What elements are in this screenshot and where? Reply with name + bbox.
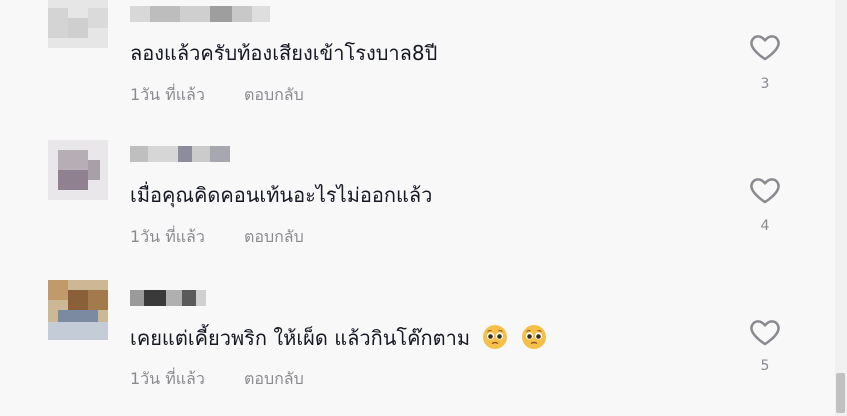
scrollbar-track[interactable]: [835, 0, 847, 416]
scrollbar-thumb[interactable]: [836, 373, 845, 413]
heart-icon: [750, 178, 780, 204]
avatar[interactable]: [48, 0, 108, 48]
comment-time: 1วัน ที่แล้ว: [130, 85, 205, 104]
reply-button[interactable]: ตอบกลับ: [244, 368, 304, 390]
heart-icon: [750, 35, 780, 61]
comment-item: เมื่อคุณคิดคอนเท้นอะไรไม่ออกแล้ว 1วัน ที…: [0, 130, 835, 270]
comment-meta: 1วัน ที่แล้ว ตอบกลับ: [130, 84, 304, 106]
pleading-face-emoji: [483, 325, 508, 349]
comment-list: ลองแล้วครับท้องเสียงเข้าโรงบาล8ปี 1วัน ท…: [0, 0, 847, 416]
comment-time: 1วัน ที่แล้ว: [130, 227, 205, 246]
comment-text: เมื่อคุณคิดคอนเท้นอะไรไม่ออกแล้ว: [130, 183, 433, 207]
avatar[interactable]: [48, 140, 108, 200]
username-blurred[interactable]: [130, 290, 280, 306]
comment-meta: 1วัน ที่แล้ว ตอบกลับ: [130, 226, 304, 248]
comment-text: เคยแต่เคี้ยวพริก ให้เผ็ด แล้วกินโค๊กตาม: [130, 324, 547, 351]
like-count: 4: [760, 218, 770, 234]
like-button[interactable]: [748, 173, 782, 207]
like-button[interactable]: [748, 315, 782, 349]
comment-text-body: เคยแต่เคี้ยวพริก ให้เผ็ด แล้วกินโค๊กตาม: [130, 326, 471, 350]
reply-button[interactable]: ตอบกลับ: [244, 226, 304, 248]
username-blurred[interactable]: [130, 6, 280, 22]
pleading-face-emoji: [521, 325, 546, 349]
comment-item: ลองแล้วครับท้องเสียงเข้าโรงบาล8ปี 1วัน ท…: [0, 0, 835, 130]
username-blurred[interactable]: [130, 146, 280, 162]
comment-meta: 1วัน ที่แล้ว ตอบกลับ: [130, 368, 304, 390]
comment-time: 1วัน ที่แล้ว: [130, 369, 205, 388]
heart-icon: [750, 320, 780, 346]
avatar[interactable]: [48, 280, 108, 340]
like-count: 5: [760, 358, 770, 374]
reply-button[interactable]: ตอบกลับ: [244, 84, 304, 106]
like-button[interactable]: [748, 30, 782, 64]
like-count: 3: [760, 76, 770, 92]
comment-text: ลองแล้วครับท้องเสียงเข้าโรงบาล8ปี: [130, 41, 438, 65]
comment-item: เคยแต่เคี้ยวพริก ให้เผ็ด แล้วกินโค๊กตาม: [0, 270, 835, 416]
